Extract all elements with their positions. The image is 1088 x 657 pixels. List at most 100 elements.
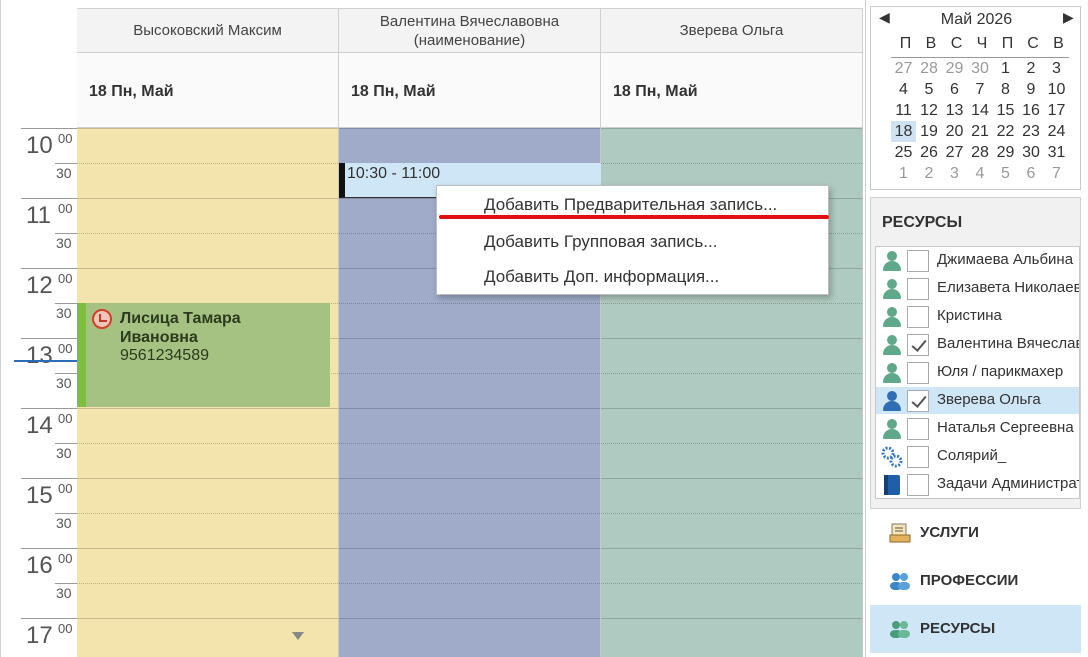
calendar-day[interactable]: 1 (891, 163, 916, 184)
minute-label: 00 (58, 621, 73, 636)
minute-label: 30 (56, 375, 72, 391)
resource-row[interactable]: Солярий_ (876, 443, 1079, 470)
calendar-day[interactable]: 8 (993, 79, 1018, 100)
resource-label: Кристина (937, 307, 1002, 324)
calendar-day[interactable]: 30 (1019, 142, 1044, 163)
resource-row[interactable]: Зверева Ольга (876, 387, 1079, 414)
column-header-overeva[interactable]: Зверева Ольга (601, 8, 863, 53)
hour-label: 11 (26, 202, 51, 229)
minute-label: 00 (58, 481, 73, 496)
resource-checkbox[interactable] (907, 446, 929, 468)
resource-row[interactable]: Задачи Администратора (876, 471, 1079, 498)
resource-checkbox[interactable] (907, 250, 929, 272)
weekday-label: П (899, 35, 912, 52)
resource-checkbox[interactable] (907, 390, 929, 412)
resource-row[interactable]: Кристина (876, 303, 1079, 330)
calendar-day[interactable]: 7 (1044, 163, 1069, 184)
nav-label: РЕСУРСЫ (920, 620, 996, 637)
calendar-day[interactable]: 3 (1044, 58, 1069, 79)
calendar-day[interactable]: 28 (917, 58, 942, 79)
minute-label: 30 (56, 515, 72, 531)
calendar-day[interactable]: 20 (942, 121, 967, 142)
resource-label: Задачи Администратора (937, 475, 1079, 492)
calendar-day[interactable]: 2 (917, 163, 942, 184)
weekday-label: Ч (976, 35, 988, 52)
resource-label: Елизавета Николаевна (937, 279, 1079, 296)
appointment-card[interactable]: Лисица Тамара Ивановна 9561234589 (77, 303, 330, 407)
calendar-day[interactable]: 1 (993, 58, 1018, 79)
calendar-day[interactable]: 3 (942, 163, 967, 184)
nav-resources-button[interactable]: РЕСУРСЫ (870, 605, 1081, 653)
calendar-day[interactable]: 14 (968, 100, 993, 121)
calendar-day[interactable]: 24 (1044, 121, 1069, 142)
resource-row[interactable]: Наталья Сергеевна (876, 415, 1079, 442)
hour-label: 16 (26, 552, 53, 579)
services-icon (889, 522, 911, 544)
resource-label: Валентина Вячеславовна (937, 335, 1079, 352)
scroll-down-icon[interactable] (292, 632, 304, 640)
calendar-day[interactable]: 12 (917, 100, 942, 121)
calendar-day[interactable]: 2 (1019, 58, 1044, 79)
minute-label: 30 (56, 305, 72, 321)
calendar-day[interactable]: 5 (993, 163, 1018, 184)
calendar-day[interactable]: 9 (1019, 79, 1044, 100)
calendar-day[interactable]: 23 (1019, 121, 1044, 142)
resource-checkbox[interactable] (907, 474, 929, 496)
calendar-day[interactable]: 29 (942, 58, 967, 79)
nav-professions-button[interactable]: ПРОФЕССИИ (870, 557, 1081, 605)
calendar-day[interactable]: 30 (968, 58, 993, 79)
column-header-vysokovsky[interactable]: Высоковский Максим (77, 8, 339, 53)
next-month-icon[interactable]: ▶ (1063, 9, 1074, 26)
calendar-day[interactable]: 4 (968, 163, 993, 184)
calendar-day[interactable]: 11 (891, 100, 916, 121)
calendar-day[interactable]: 19 (917, 121, 942, 142)
nav-services-button[interactable]: УСЛУГИ (870, 509, 1081, 557)
resource-row[interactable]: Валентина Вячеславовна (876, 331, 1079, 358)
calendar-day[interactable]: 5 (917, 79, 942, 100)
resource-row[interactable]: Джимаева Альбина (876, 247, 1079, 274)
calendar-month-label: Май 2026 (940, 11, 1013, 28)
resource-row[interactable]: Юля / парикмахер (876, 359, 1079, 386)
menu-item-add-info[interactable]: Добавить Доп. информация... (484, 267, 719, 287)
calendar-day[interactable]: 7 (968, 79, 993, 100)
calendar-day[interactable]: 27 (891, 58, 916, 79)
calendar-day[interactable]: 27 (942, 142, 967, 163)
minute-label: 00 (58, 131, 73, 146)
weekday-label: С (950, 35, 963, 52)
resource-checkbox[interactable] (907, 418, 929, 440)
calendar-day[interactable]: 25 (891, 142, 916, 163)
weekday-label: В (925, 35, 937, 52)
nav-label: ПРОФЕССИИ (920, 572, 1019, 589)
column-header-label: Валентина Вячеславовна (наименование) (379, 12, 560, 49)
calendar-day[interactable]: 16 (1019, 100, 1044, 121)
mini-calendar: ◀ Май 2026 ▶ ПВСЧПСВ 27 28 29 30 1 2 3 4 5 6 7 8 9 10… (870, 6, 1081, 190)
calendar-day[interactable]: 17 (1044, 100, 1069, 121)
minute-label: 30 (56, 585, 72, 601)
column-header-valentina[interactable]: Валентина Вячеславовна (наименование) (339, 8, 601, 53)
menu-item-add-preliminary[interactable]: Добавить Предварительная запись... (484, 195, 777, 215)
calendar-day[interactable]: 26 (917, 142, 942, 163)
calendar-day[interactable]: 31 (1044, 142, 1069, 163)
calendar-day[interactable]: 28 (968, 142, 993, 163)
minute-label: 00 (58, 201, 73, 216)
calendar-day[interactable]: 22 (993, 121, 1018, 142)
calendar-day[interactable]: 18 (891, 121, 916, 142)
appointment-phone: 9561234589 (120, 347, 209, 364)
resource-checkbox[interactable] (907, 362, 929, 384)
calendar-day[interactable]: 13 (942, 100, 967, 121)
resource-checkbox[interactable] (907, 278, 929, 300)
resource-checkbox[interactable] (907, 334, 929, 356)
calendar-day[interactable]: 21 (968, 121, 993, 142)
person-icon (881, 278, 903, 300)
calendar-day[interactable]: 15 (993, 100, 1018, 121)
header-corner (0, 0, 77, 128)
calendar-day[interactable]: 29 (993, 142, 1018, 163)
calendar-day[interactable]: 6 (942, 79, 967, 100)
resource-checkbox[interactable] (907, 306, 929, 328)
menu-item-add-group[interactable]: Добавить Групповая запись... (484, 232, 717, 252)
scheduler: Высоковский Максим Валентина Вячеславовн… (0, 0, 866, 657)
calendar-day[interactable]: 6 (1019, 163, 1044, 184)
calendar-day[interactable]: 10 (1044, 79, 1069, 100)
calendar-day[interactable]: 4 (891, 79, 916, 100)
resource-row[interactable]: Елизавета Николаевна (876, 275, 1079, 302)
